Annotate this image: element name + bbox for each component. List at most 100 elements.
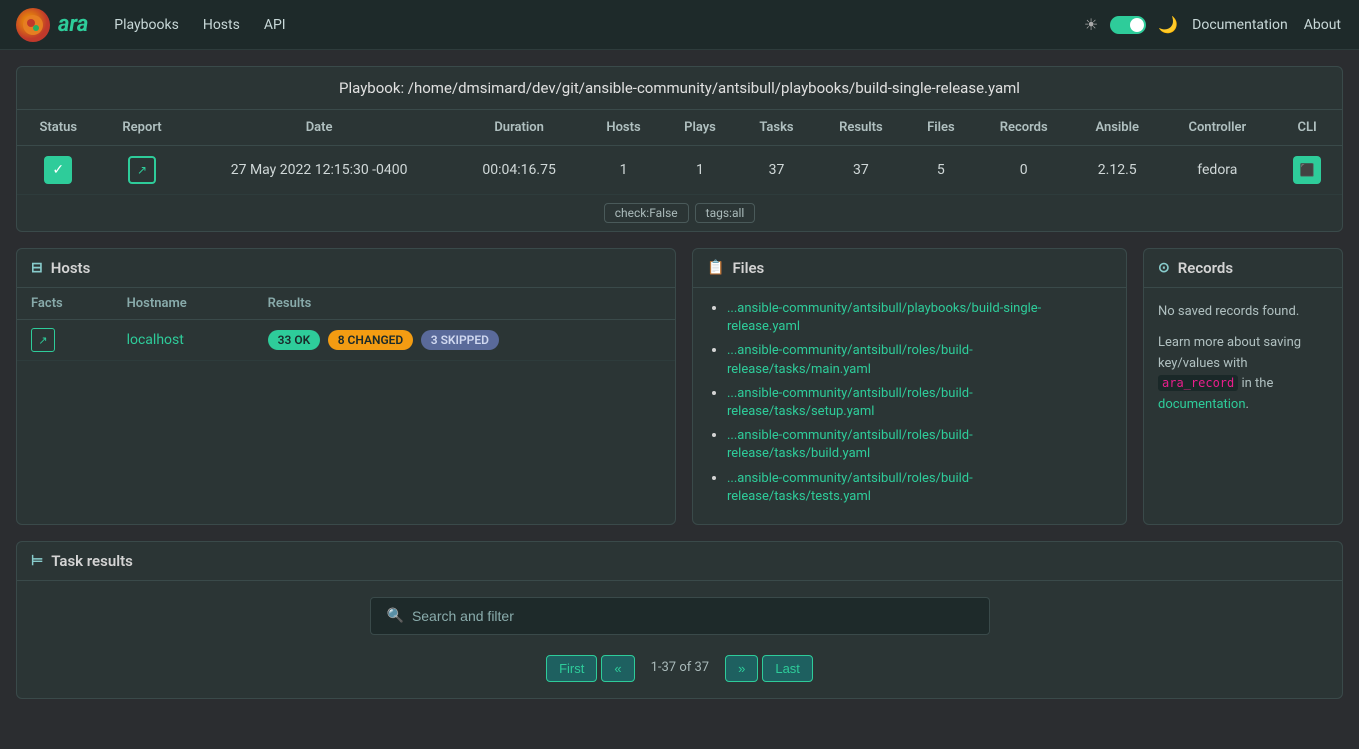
cell-hosts-val: 1	[584, 146, 662, 195]
host-facts-icon[interactable]: ↗	[31, 328, 55, 352]
logo-icon	[16, 8, 50, 42]
records-panel-title: Records	[1178, 259, 1233, 277]
hosts-header-row: Facts Hostname Results	[17, 288, 675, 320]
col-controller: Controller	[1163, 110, 1273, 146]
hosts-results-cell: 33 OK 8 CHANGED 3 SKIPPED	[254, 320, 675, 361]
cell-duration: 00:04:16.75	[454, 146, 585, 195]
first-page-button[interactable]: First	[546, 655, 597, 682]
sun-icon: ☀	[1084, 15, 1098, 34]
task-results-title: Task results	[51, 552, 133, 570]
files-ul: ...ansible-community/antsibull/playbooks…	[709, 300, 1110, 506]
playbook-table: Status Report Date Duration Hosts Plays …	[17, 110, 1342, 195]
cli-icon[interactable]: ⬛	[1293, 156, 1321, 184]
playbook-table-wrap: Status Report Date Duration Hosts Plays …	[17, 110, 1342, 195]
hosts-row: ↗ localhost 33 OK 8 CHANGED 3 SKIPPED	[17, 320, 675, 361]
report-link-icon[interactable]: ↗	[128, 156, 156, 184]
col-duration: Duration	[454, 110, 585, 146]
col-status: Status	[17, 110, 100, 146]
file-link-1[interactable]: ...ansible-community/antsibull/roles/bui…	[727, 343, 973, 376]
list-item: ...ansible-community/antsibull/roles/bui…	[727, 342, 1110, 378]
col-plays: Plays	[663, 110, 738, 146]
tag-tags: tags:all	[695, 203, 756, 223]
records-panel-header: ⊙ Records	[1144, 249, 1342, 288]
hosts-panel-header: ⊟ Hosts	[17, 249, 675, 288]
nav-right: ☀ 🌙 Documentation About	[1084, 13, 1343, 37]
search-input[interactable]	[412, 608, 973, 624]
col-cli: CLI	[1272, 110, 1342, 146]
panels-row: ⊟ Hosts Facts Hostname Results ↗	[16, 248, 1343, 525]
task-results-icon: ⊨	[31, 553, 43, 569]
host-link[interactable]: localhost	[127, 332, 184, 348]
hosts-facts-cell: ↗	[17, 320, 113, 361]
hosts-col-facts: Facts	[17, 288, 113, 320]
badge-changed: 8 CHANGED	[328, 330, 414, 350]
no-records-text: No saved records found.	[1158, 302, 1328, 323]
cell-files-val: 5	[906, 146, 975, 195]
moon-icon: 🌙	[1158, 15, 1178, 34]
records-panel: ⊙ Records No saved records found. Learn …	[1143, 248, 1343, 525]
badge-skipped: 3 SKIPPED	[421, 330, 499, 350]
file-link-4[interactable]: ...ansible-community/antsibull/roles/bui…	[727, 471, 973, 504]
cell-records-val: 0	[975, 146, 1072, 195]
files-list: ...ansible-community/antsibull/playbooks…	[693, 288, 1126, 524]
badge-ok: 33 OK	[268, 330, 321, 350]
prev-page-button[interactable]: «	[601, 655, 634, 682]
search-bar-wrap: 🔍	[17, 581, 1342, 651]
col-report: Report	[100, 110, 185, 146]
playbook-row: ✓ ↗ 27 May 2022 12:15:30 -0400 00:04:16.…	[17, 146, 1342, 195]
cell-report[interactable]: ↗	[100, 146, 185, 195]
main-content: Playbook: /home/dmsimard/dev/git/ansible…	[0, 50, 1359, 715]
cell-cli-val[interactable]: ⬛	[1272, 146, 1342, 195]
navbar: ara Playbooks Hosts API ☀ 🌙 Documentatio…	[0, 0, 1359, 50]
page-info: 1-37 of 37	[639, 655, 722, 682]
hosts-panel-title: Hosts	[51, 259, 91, 277]
col-files: Files	[906, 110, 975, 146]
search-icon: 🔍	[387, 608, 404, 624]
nav-documentation[interactable]: Documentation	[1190, 13, 1290, 37]
hosts-panel-icon: ⊟	[31, 260, 43, 276]
col-records: Records	[975, 110, 1072, 146]
last-page-button[interactable]: Last	[762, 655, 813, 682]
list-item: ...ansible-community/antsibull/playbooks…	[727, 300, 1110, 336]
col-hosts: Hosts	[584, 110, 662, 146]
cell-controller-val: fedora	[1163, 146, 1273, 195]
cell-ansible-val: 2.12.5	[1072, 146, 1163, 195]
task-results-panel: ⊨ Task results 🔍 First « 1-37 of 37 » La…	[16, 541, 1343, 699]
pagination: First « 1-37 of 37 » Last	[17, 651, 1342, 686]
cell-tasks-val: 37	[737, 146, 815, 195]
tag-check: check:False	[604, 203, 689, 223]
hosts-panel: ⊟ Hosts Facts Hostname Results ↗	[16, 248, 676, 525]
col-ansible: Ansible	[1072, 110, 1163, 146]
file-link-0[interactable]: ...ansible-community/antsibull/playbooks…	[727, 301, 1041, 334]
col-date: Date	[184, 110, 453, 146]
learn-text: Learn more about saving key/values with	[1158, 335, 1301, 371]
records-panel-icon: ⊙	[1158, 260, 1170, 276]
nav-api[interactable]: API	[262, 13, 288, 37]
cell-status: ✓	[17, 146, 100, 195]
brand-name: ara	[58, 12, 88, 37]
files-panel-title: Files	[732, 259, 764, 277]
file-link-3[interactable]: ...ansible-community/antsibull/roles/bui…	[727, 428, 973, 461]
file-link-2[interactable]: ...ansible-community/antsibull/roles/bui…	[727, 386, 973, 419]
nav-about[interactable]: About	[1302, 13, 1343, 37]
list-item: ...ansible-community/antsibull/roles/bui…	[727, 385, 1110, 421]
list-item: ...ansible-community/antsibull/roles/bui…	[727, 470, 1110, 506]
cell-results-val: 37	[816, 146, 907, 195]
documentation-link[interactable]: documentation	[1158, 397, 1246, 412]
hosts-hostname-cell: localhost	[113, 320, 254, 361]
nav-playbooks[interactable]: Playbooks	[112, 13, 181, 37]
brand: ara	[16, 8, 88, 42]
records-body: No saved records found. Learn more about…	[1144, 288, 1342, 430]
nav-hosts[interactable]: Hosts	[201, 13, 242, 37]
search-bar: 🔍	[370, 597, 990, 635]
status-ok-icon: ✓	[44, 156, 72, 184]
next-page-button[interactable]: »	[725, 655, 758, 682]
hosts-col-results: Results	[254, 288, 675, 320]
col-tasks: Tasks	[737, 110, 815, 146]
files-panel-header: 📋 Files	[693, 249, 1126, 288]
theme-toggle[interactable]	[1110, 16, 1146, 34]
nav-links: Playbooks Hosts API	[112, 13, 1084, 37]
task-results-header: ⊨ Task results	[17, 542, 1342, 581]
playbook-title: Playbook: /home/dmsimard/dev/git/ansible…	[17, 67, 1342, 110]
list-item: ...ansible-community/antsibull/roles/bui…	[727, 427, 1110, 463]
